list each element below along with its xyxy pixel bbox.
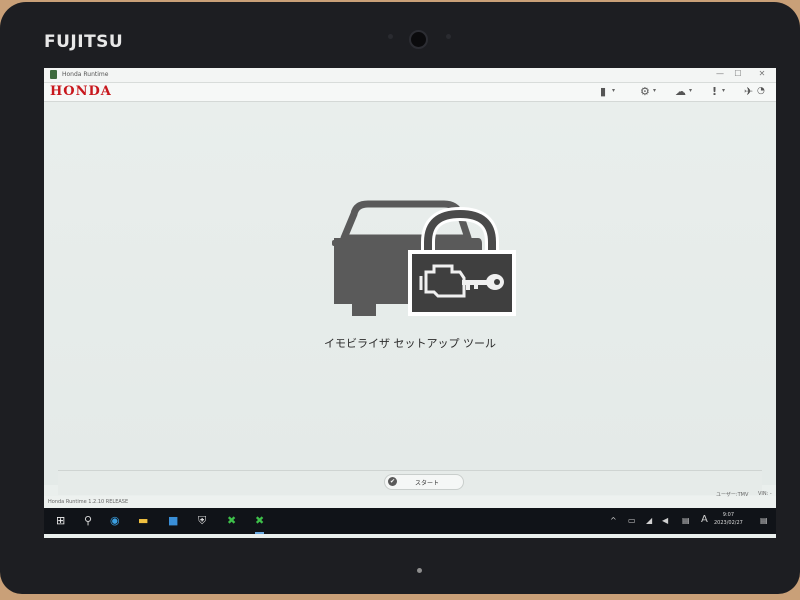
alert-menu-caret[interactable]: ▾	[722, 87, 725, 94]
notification-icon[interactable]: ▤	[760, 516, 768, 525]
immobilizer-car-key-icon	[332, 200, 516, 316]
honda-logo: HONDA	[50, 84, 112, 99]
vehicle-connector-icon[interactable]: ▮	[600, 85, 606, 98]
taskbar-clock[interactable]: 9:07 2023/02/27	[714, 511, 743, 527]
vin-text: VIN: -	[758, 491, 772, 497]
volume-icon[interactable]: ◀	[662, 516, 668, 525]
network-icon[interactable]: ☁	[675, 85, 686, 98]
honda-runtime-active-icon[interactable]: ✖	[255, 515, 265, 534]
alert-icon[interactable]: !	[712, 85, 717, 98]
app-icon	[50, 70, 57, 79]
window-titlebar[interactable]: Honda Runtime — ☐ ✕	[44, 68, 776, 83]
keyboard-icon[interactable]: ▤	[682, 516, 690, 525]
search-icon[interactable]: ⚲	[84, 515, 92, 527]
home-indicator	[417, 568, 422, 573]
light-sensor	[446, 34, 451, 39]
front-camera	[409, 30, 428, 49]
device-brand: FUJITSU	[44, 32, 124, 52]
network-menu-caret[interactable]: ▾	[689, 87, 692, 94]
windows-start-icon[interactable]: ⊞	[56, 515, 65, 527]
tablet-bezel: FUJITSU Honda Runtime — ☐ ✕ HONDA ▮ ▾ ⚙ …	[0, 2, 800, 594]
file-explorer-icon[interactable]: ▬	[138, 515, 148, 527]
app-name-title: イモビライザ セットアップ ツール	[324, 337, 496, 350]
gear-icon[interactable]: ⚙	[640, 85, 650, 98]
edge-browser-icon[interactable]: ◉	[110, 515, 120, 527]
start-button[interactable]: ✔ スタート	[384, 474, 464, 490]
battery-icon[interactable]: ▭	[628, 516, 636, 525]
clock-date: 2023/02/27	[714, 520, 743, 526]
app-toolbar: HONDA ▮ ▾ ⚙ ▾ ☁ ▾ ! ▾ ✈ ◔	[44, 83, 776, 102]
power-status-icon[interactable]: ◔	[757, 85, 765, 98]
start-button-label: スタート	[415, 480, 440, 487]
screen: Honda Runtime — ☐ ✕ HONDA ▮ ▾ ⚙ ▾ ☁ ▾ ! …	[44, 68, 776, 538]
maximize-button[interactable]: ☐	[732, 69, 744, 78]
status-icon[interactable]: ✈	[744, 85, 753, 98]
version-text: Honda Runtime 1.2.10 RELEASE	[48, 499, 129, 505]
minimize-button[interactable]: —	[714, 69, 726, 78]
user-text: ユーザー:TMV	[716, 492, 749, 498]
status-bar: Honda Runtime 1.2.10 RELEASE ユーザー:TMV VI…	[44, 491, 776, 508]
main-content: イモビライザ セットアップ ツール	[44, 102, 776, 485]
store-icon[interactable]: ■	[168, 515, 178, 527]
ime-indicator[interactable]: A	[701, 514, 708, 525]
check-icon: ✔	[388, 477, 397, 486]
clock-time: 9:07	[722, 512, 735, 518]
tray-expand-icon[interactable]: ^	[610, 516, 617, 525]
honda-app-icon[interactable]: ✖	[227, 515, 236, 527]
settings-menu-caret[interactable]: ▾	[653, 87, 656, 94]
vehicle-connector-menu-caret[interactable]: ▾	[612, 87, 615, 94]
wifi-icon[interactable]: ◢	[646, 516, 652, 525]
proximity-sensor	[388, 34, 393, 39]
window-title: Honda Runtime	[62, 71, 109, 78]
close-button[interactable]: ✕	[756, 69, 768, 78]
windows-taskbar: ⊞ ⚲ ◉ ▬ ■ ⛨ ✖ ✖ ^ ▭ ◢ ◀ ▤ A 9:07 2023/02…	[44, 508, 776, 534]
security-shield-icon[interactable]: ⛨	[198, 515, 206, 527]
